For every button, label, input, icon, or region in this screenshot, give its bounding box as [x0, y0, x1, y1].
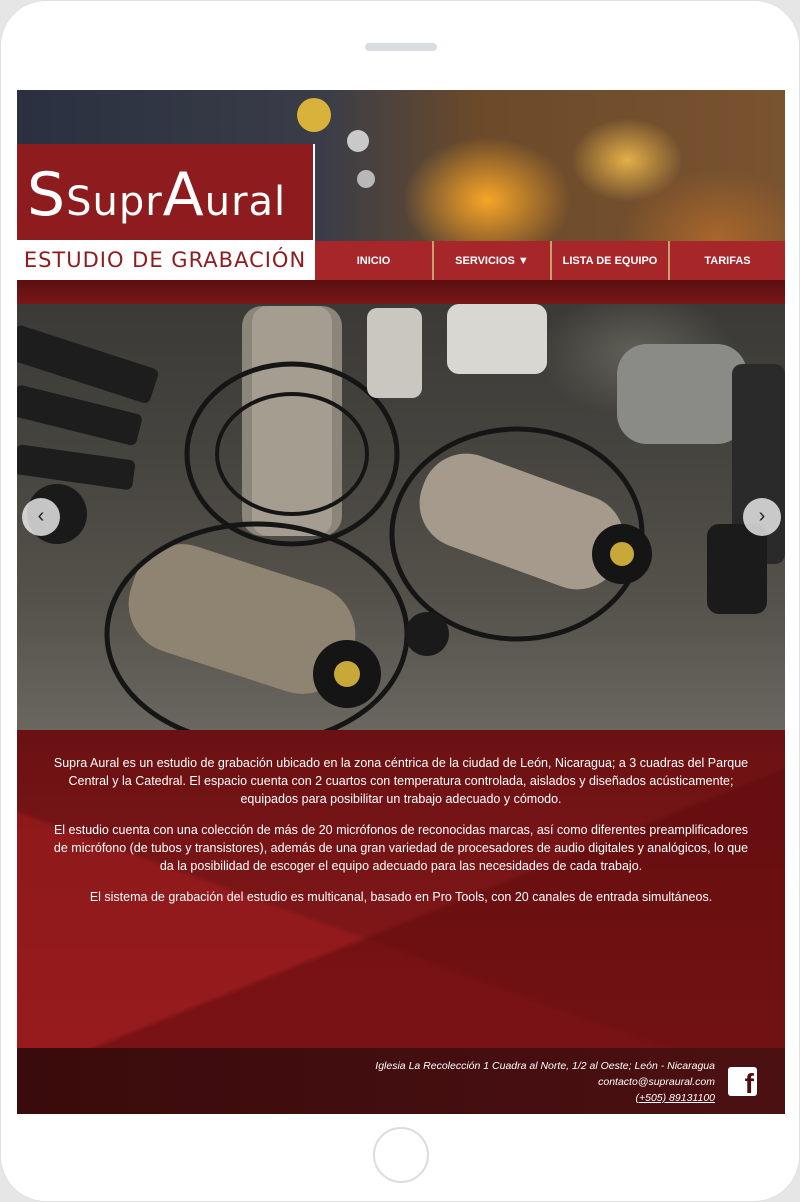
main-nav: INICIO SERVICIOS ▼ LISTA DE EQUIPO TARIF… [315, 241, 785, 280]
footer-address: Iglesia La Recolección 1 Cuadra al Norte… [375, 1060, 715, 1072]
knob-decoration [297, 98, 331, 132]
nav-item-inicio[interactable]: INICIO [315, 241, 432, 280]
site-logo[interactable]: SSuprAural ESTUDIO DE GRABACIÓN [17, 144, 315, 280]
microphones-photo [17, 304, 785, 730]
image-slider: ‹ › [17, 304, 785, 730]
footer-contact: Iglesia La Recolección 1 Cuadra al Norte… [375, 1058, 715, 1106]
tablet-speaker [365, 43, 437, 51]
knob-decoration [357, 170, 375, 188]
logo-tagline: ESTUDIO DE GRABACIÓN [17, 240, 313, 280]
footer-phone-link[interactable]: (+505) 89131100 [375, 1090, 716, 1106]
slider-prev-button[interactable]: ‹ [22, 498, 60, 536]
site-footer: Iglesia La Recolección 1 Cuadra al Norte… [17, 1048, 785, 1114]
header-band [17, 280, 785, 304]
nav-item-tarifas[interactable]: TARIFAS [668, 241, 785, 280]
logo-wordmark: SSuprAural [27, 160, 287, 230]
tablet-home-button [373, 1127, 429, 1183]
intro-paragraph: El sistema de grabación del estudio es m… [89, 890, 713, 904]
header-banner: SSuprAural ESTUDIO DE GRABACIÓN INICIO S… [17, 90, 785, 304]
website-screen: SSuprAural ESTUDIO DE GRABACIÓN INICIO S… [17, 90, 785, 1114]
nav-item-lista-de-equipo[interactable]: LISTA DE EQUIPO [550, 241, 668, 280]
footer-email[interactable]: contacto@supraural.com [375, 1074, 715, 1090]
slider-next-button[interactable]: › [743, 498, 781, 536]
tablet-frame: SSuprAural ESTUDIO DE GRABACIÓN INICIO S… [0, 0, 800, 1202]
intro-paragraph: El estudio cuenta con una colección de m… [53, 823, 749, 873]
nav-item-servicios[interactable]: SERVICIOS ▼ [432, 241, 550, 280]
facebook-icon[interactable]: f [728, 1067, 757, 1098]
knob-decoration [347, 130, 369, 152]
intro-paragraph: Supra Aural es un estudio de grabación u… [53, 756, 749, 806]
intro-content: Supra Aural es un estudio de grabación u… [17, 730, 785, 1048]
